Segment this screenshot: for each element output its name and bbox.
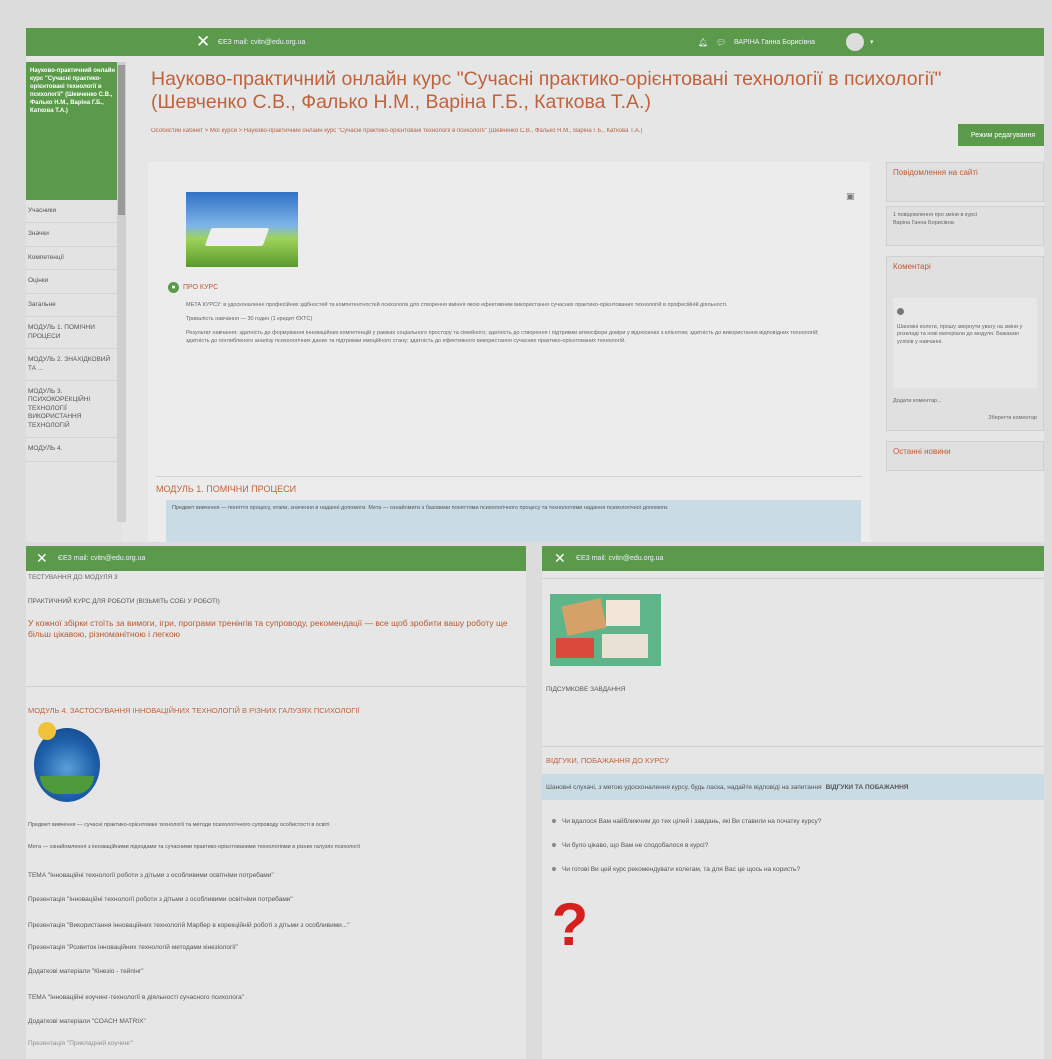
test-title[interactable]: ТЕСТУВАННЯ ДО МОДУЛЯ 3 [28,574,118,581]
user-name[interactable]: ВАРІНА Ганна Борисівна [734,39,815,46]
about-paragraph: МЕТА КУРСУ: в удосконаленні професійних … [186,302,728,308]
latest-news-block: Останні новини [886,441,1044,471]
forum-icon: ● [168,282,179,293]
about-description: МЕТА КУРСУ: в удосконаленні професійних … [186,302,826,352]
comment-item: Шановні колеги, прошу звернути увагу на … [893,297,1037,388]
sidebar-item[interactable]: Учасники [26,200,122,224]
module-1-info: Предмет вивчення — поняття процесу, етап… [166,500,861,542]
course-main-content: ▣ ● ПРО КУРС МЕТА КУРСУ: в удосконаленні… [148,162,870,542]
chat-icon[interactable]: 💬︎ [716,38,726,47]
list-item[interactable]: Презентація "Використання інноваційних т… [28,922,526,929]
bell-icon[interactable]: 🔔︎ [698,38,708,47]
sidebar-item[interactable]: МОДУЛЬ 3. ПСИХОКОРЕКЦІЙНІ ТЕХНОЛОГІЇ ВИК… [26,381,122,439]
notification-user-link[interactable]: Варіна Ганна Борисівна [893,220,1037,228]
avatar[interactable] [846,33,864,51]
sidebar-item[interactable]: Загальне [26,294,122,318]
list-item[interactable]: ТЕМА "Інноваційні технології роботи з ді… [28,872,274,879]
question-mark-icon: ? [551,891,589,958]
top-navbar: ✕ ЄЕЗ mail: cvitn@edu.org.ua [26,546,526,571]
final-task-image [550,594,661,666]
block-title: Коментарі [893,262,931,271]
close-icon[interactable]: ✕ [36,552,48,566]
module-4-image [34,722,100,802]
navbar-email[interactable]: ЄЕЗ mail: cvitn@edu.org.ua [218,39,305,46]
list-item[interactable]: Презентація "Інноваційні технології робо… [28,896,293,903]
modules-screenshot: ✕ ЄЕЗ mail: cvitn@edu.org.ua ТЕСТУВАННЯ … [26,546,526,1059]
list-item[interactable]: Презентація "Прикладний коучинг" [28,1040,133,1047]
comment-text: Шановні колеги, прошу звернути увагу на … [897,323,1023,345]
sidebar-item[interactable]: Значки [26,223,122,247]
close-icon[interactable]: ✕ [196,33,210,51]
notifications-block: 1 повідомлення про зміни в курсі Варіна … [886,206,1044,246]
sidebar-course-title[interactable]: Науково-практичний онлайн курс "Сучасні … [26,62,122,200]
sidebar-item[interactable]: МОДУЛЬ 1. ПОМІЧНИ ПРОЦЕСИ [26,317,122,350]
chevron-down-icon[interactable]: ▾ [870,38,874,46]
subject-text: Предмет вивчення — сучасні практико-оріє… [28,822,330,828]
block-title: Останні новини [893,447,951,456]
list-item[interactable]: ТЕМА "Інноваційні коучинг-технології в д… [28,994,244,1001]
question-item[interactable]: Чи готові Ви цей курс рекомендувати коле… [552,866,800,873]
sidebar-item[interactable]: Компетенції [26,247,122,271]
wishes-info-text: Шановні слухачі, з метою удосконалення к… [546,783,822,791]
sidebar-scrollbar[interactable] [117,62,126,522]
avatar [897,307,904,315]
course-line[interactable]: ПРАКТИЧНИЙ КУРС ДЛЯ РОБОТИ (ВІЗЬМІТЬ СОБ… [28,598,220,605]
add-comment-field[interactable]: Додати коментар... [893,398,1037,406]
comments-block: Коментарі Шановні колеги, прошу звернути… [886,256,1044,431]
about-label[interactable]: ПРО КУРС [183,284,218,291]
wishes-title[interactable]: ВІДГУКИ, ПОБАЖАННЯ ДО КУРСУ [546,756,669,765]
block-title: Повідомлення на сайті [893,168,978,177]
about-paragraph: Результат навчання: здатність до формува… [186,329,819,344]
page-title: Науково-практичний онлайн курс "Сучасні … [151,68,942,113]
right-column: Повідомлення на сайті 1 повідомлення про… [886,162,1044,542]
list-item[interactable]: Додаткові матеріали "Кінезіо - тейпінг" [28,968,144,975]
wishes-link[interactable]: ВІДГУКИ ТА ПОБАЖАННЯ [826,784,909,791]
wishes-info: Шановні слухачі, з метою удосконалення к… [542,774,1044,800]
save-icon[interactable]: ▣ [846,192,855,202]
sidebar-item[interactable]: МОДУЛЬ 4. [26,438,122,462]
scrollbar-thumb[interactable] [118,65,125,215]
course-banner-image [186,192,298,267]
navbar-email[interactable]: ЄЕЗ mail: cvitn@edu.org.ua [576,555,663,562]
save-comment-link[interactable]: Зберегти коментар [893,415,1037,423]
breadcrumb[interactable]: Особистий кабінет > Мої курси > Науково-… [151,128,911,134]
goal-text: Мета — ознайомлення з інноваційними підх… [28,844,361,850]
list-item[interactable]: Додаткові матеріали "COACH MATRIX" [28,1018,146,1025]
final-task-link[interactable]: ПІДСУМКОВЕ ЗАВДАННЯ [546,686,625,693]
final-task-screenshot: ✕ ЄЕЗ mail: cvitn@edu.org.ua ПІДСУМКОВЕ … [542,546,1044,1059]
course-page-screenshot: ✕ ЄЕЗ mail: cvitn@edu.org.ua 🔔︎ 💬︎ ВАРІН… [26,28,1044,542]
notification-text: 1 повідомлення про зміни в курсі [893,212,978,218]
notifications-block-header: Повідомлення на сайті [886,162,1044,202]
sidebar-item[interactable]: Оцінки [26,270,122,294]
module-1-title[interactable]: МОДУЛЬ 1. ПОМІЧНИ ПРОЦЕСИ [156,484,296,494]
close-icon[interactable]: ✕ [554,552,566,566]
course-note: У кожної збірки стоїть за вимоги, ігри, … [28,618,508,640]
list-item[interactable]: Презентація "Розвиток інноваційних техно… [28,944,238,951]
edit-mode-button[interactable]: Режим редагування [958,124,1044,146]
top-navbar: ✕ ЄЕЗ mail: cvitn@edu.org.ua [542,546,1044,571]
sidebar-item[interactable]: МОДУЛЬ 2. ЗНАХІДКОВИЙ ТА ... [26,349,122,381]
navbar-email[interactable]: ЄЕЗ mail: cvitn@edu.org.ua [58,555,145,562]
about-course-link[interactable]: ● ПРО КУРС [168,282,218,293]
module-4-title[interactable]: МОДУЛЬ 4. ЗАСТОСУВАННЯ ІННОВАЦІЙНИХ ТЕХН… [28,706,360,715]
top-navbar: ✕ ЄЕЗ mail: cvitn@edu.org.ua 🔔︎ 💬︎ ВАРІН… [26,28,1044,56]
question-item[interactable]: Чи було цікаво, що Вам не сподобалося в … [552,842,708,849]
course-sidebar: Науково-практичний онлайн курс "Сучасні … [26,62,122,542]
question-item[interactable]: Чи вдалося Вам найближчим до тих цілей і… [552,818,821,825]
about-paragraph: Тривалість навчання — 30 годин (1 кредит… [186,315,313,322]
